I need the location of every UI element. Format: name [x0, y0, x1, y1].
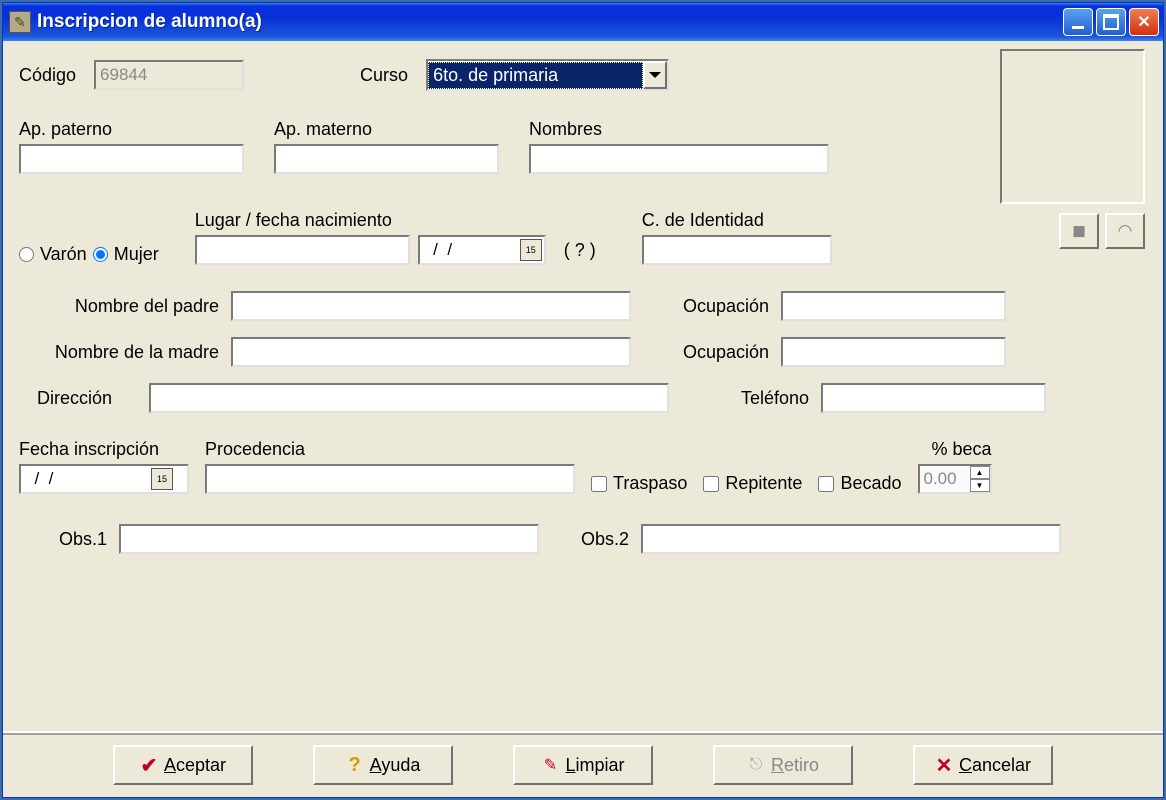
cancelar-button[interactable]: ✕ Cancelar: [913, 745, 1053, 785]
pct-beca-input[interactable]: [920, 467, 970, 491]
ocupacion-padre-label: Ocupación: [683, 296, 769, 317]
direccion-label: Dirección: [37, 388, 137, 409]
nombre-madre-label: Nombre de la madre: [19, 342, 219, 363]
obs1-label: Obs.1: [59, 529, 107, 550]
mujer-radio[interactable]: [93, 247, 108, 262]
pct-beca-spinner[interactable]: ▲ ▼: [918, 464, 992, 494]
identidad-input[interactable]: [642, 235, 832, 265]
curso-select[interactable]: 6to. de primaria: [426, 59, 669, 91]
calendar-icon[interactable]: 15: [520, 239, 542, 261]
capture-photo-button[interactable]: ◼: [1059, 213, 1099, 249]
curso-label: Curso: [360, 65, 408, 86]
aceptar-button[interactable]: ✔ Aceptar: [113, 745, 253, 785]
maximize-button[interactable]: [1096, 8, 1126, 36]
nombre-madre-input[interactable]: [231, 337, 631, 367]
fecha-nacimiento-input[interactable]: [420, 238, 520, 262]
calendar-icon[interactable]: 15: [151, 468, 173, 490]
fecha-inscripcion-input[interactable]: [21, 467, 151, 491]
varon-radio[interactable]: [19, 247, 34, 262]
cancel-icon: ✕: [935, 756, 953, 774]
ayuda-button[interactable]: ? Ayuda: [313, 745, 453, 785]
minimize-button[interactable]: [1063, 8, 1093, 36]
spin-down-icon[interactable]: ▼: [970, 479, 990, 492]
button-bar: ✔ Aceptar ? Ayuda ✎ Limpiar ⎋ Retiro ✕ C…: [3, 731, 1163, 797]
limpiar-rest: impiar: [576, 755, 625, 775]
ap-paterno-input[interactable]: [19, 144, 244, 174]
retiro-rest: etiro: [784, 755, 819, 775]
lugar-fecha-label: Lugar / fecha nacimiento: [195, 210, 596, 231]
folder-open-icon: ◠: [1118, 221, 1133, 241]
varon-label: Varón: [40, 244, 87, 265]
direccion-input[interactable]: [149, 383, 669, 413]
exit-icon: ⎋: [747, 756, 765, 774]
nombre-padre-input[interactable]: [231, 291, 631, 321]
ap-paterno-label: Ap. paterno: [19, 119, 244, 140]
telefono-label: Teléfono: [741, 388, 809, 409]
ayuda-rest: yuda: [381, 755, 420, 775]
traspaso-label: Traspaso: [613, 473, 687, 494]
telefono-input[interactable]: [821, 383, 1046, 413]
photo-placeholder: [1000, 49, 1145, 204]
curso-value: 6to. de primaria: [428, 62, 643, 89]
repitente-checkbox[interactable]: [703, 476, 719, 492]
procedencia-label: Procedencia: [205, 439, 575, 460]
brush-icon: ✎: [541, 756, 559, 774]
codigo-input: [94, 60, 244, 90]
obs2-label: Obs.2: [581, 529, 629, 550]
mujer-label: Mujer: [114, 244, 159, 265]
ap-materno-input[interactable]: [274, 144, 499, 174]
student-enrollment-window: ✎ Inscripcion de alumno(a) ◼ ◠ Código Cu…: [2, 2, 1164, 798]
ocupacion-madre-label: Ocupación: [683, 342, 769, 363]
window-title: Inscripcion de alumno(a): [37, 11, 1060, 33]
titlebar[interactable]: ✎ Inscripcion de alumno(a): [3, 3, 1163, 41]
retiro-button: ⎋ Retiro: [713, 745, 853, 785]
procedencia-input[interactable]: [205, 464, 575, 494]
repitente-label: Repitente: [725, 473, 802, 494]
app-icon: ✎: [9, 11, 31, 33]
fecha-nacimiento-field[interactable]: 15: [418, 235, 546, 265]
ocupacion-madre-input[interactable]: [781, 337, 1006, 367]
codigo-label: Código: [19, 65, 76, 86]
camera-icon: ◼: [1072, 221, 1086, 241]
fecha-inscripcion-field[interactable]: 15: [19, 464, 189, 494]
nombre-padre-label: Nombre del padre: [19, 296, 219, 317]
question-help[interactable]: ( ? ): [564, 240, 596, 261]
help-icon: ?: [346, 756, 364, 774]
spin-up-icon[interactable]: ▲: [970, 466, 990, 479]
check-icon: ✔: [140, 756, 158, 774]
becado-checkbox[interactable]: [818, 476, 834, 492]
nombres-input[interactable]: [529, 144, 829, 174]
obs1-input[interactable]: [119, 524, 539, 554]
pct-beca-label: % beca: [931, 439, 991, 460]
fecha-inscripcion-label: Fecha inscripción: [19, 439, 189, 460]
identidad-label: C. de Identidad: [642, 210, 832, 231]
chevron-down-icon[interactable]: [643, 61, 667, 89]
ap-materno-label: Ap. materno: [274, 119, 499, 140]
cancelar-rest: ancelar: [972, 755, 1031, 775]
close-button[interactable]: [1129, 8, 1159, 36]
traspaso-checkbox[interactable]: [591, 476, 607, 492]
nombres-label: Nombres: [529, 119, 829, 140]
becado-label: Becado: [840, 473, 901, 494]
lugar-nacimiento-input[interactable]: [195, 235, 410, 265]
obs2-input[interactable]: [641, 524, 1061, 554]
browse-photo-button[interactable]: ◠: [1105, 213, 1145, 249]
aceptar-rest: ceptar: [176, 755, 226, 775]
ocupacion-padre-input[interactable]: [781, 291, 1006, 321]
limpiar-button[interactable]: ✎ Limpiar: [513, 745, 653, 785]
